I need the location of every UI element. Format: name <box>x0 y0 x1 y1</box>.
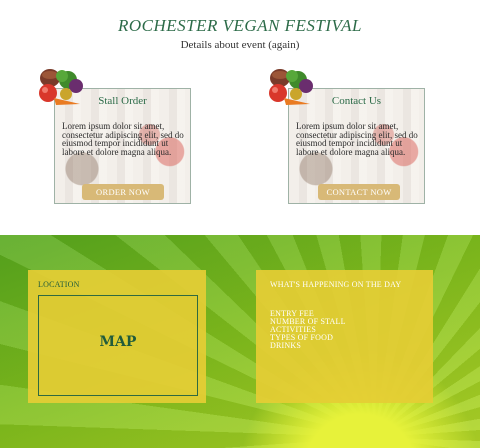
map[interactable]: MAP <box>38 295 198 396</box>
vegetables-icon <box>269 69 313 105</box>
top-section: ROCHESTER VEGAN FESTIVAL Details about e… <box>0 0 480 235</box>
location-panel: LOCATION MAP <box>28 270 206 403</box>
location-heading: LOCATION <box>38 280 80 289</box>
info-section: LOCATION MAP WHAT'S HAPPENING ON THE DAY… <box>0 235 480 448</box>
page-title: ROCHESTER VEGAN FESTIVAL <box>118 16 362 35</box>
vegetables-icon <box>39 69 83 105</box>
card-text: Lorem ipsum dolor sit amet, consectetur … <box>296 121 418 157</box>
happening-heading: WHAT'S HAPPENING ON THE DAY <box>270 280 402 289</box>
order-now-button[interactable]: ORDER NOW <box>82 184 164 200</box>
map-label: MAP <box>99 334 137 350</box>
contact-now-button[interactable]: CONTACT NOW <box>318 184 400 200</box>
happening-panel: WHAT'S HAPPENING ON THE DAY ENTRY FEE NU… <box>256 270 433 403</box>
happening-list: ENTRY FEE NUMBER OF STALL ACTIVITIES TYP… <box>270 310 346 350</box>
page-subtitle: Details about event (again) <box>180 39 300 51</box>
card-text: Lorem ipsum dolor sit amet, consectetur … <box>62 121 184 157</box>
list-item: DRINKS <box>270 341 301 350</box>
